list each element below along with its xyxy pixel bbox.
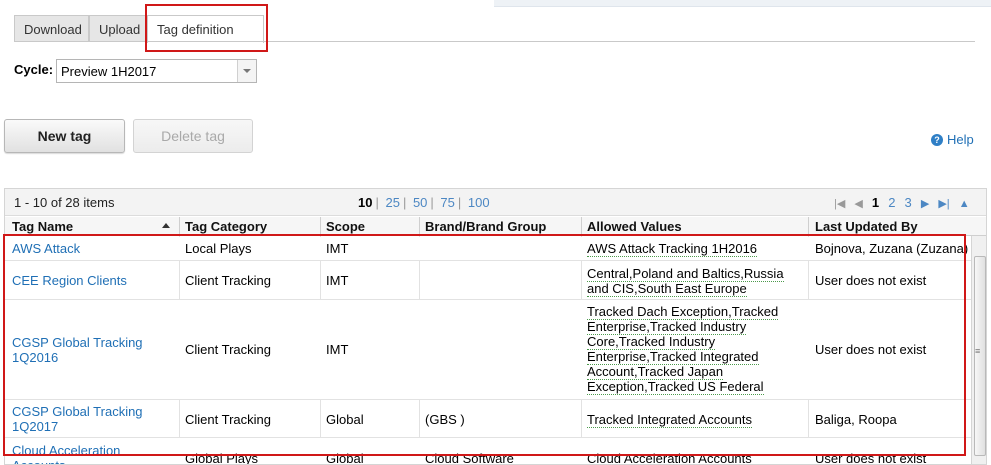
grid-pager: 1 - 10 of 28 items 10 | 25 | 50 | 75 | 100 |… [5, 189, 986, 216]
top-banner-strip [494, 0, 991, 7]
last-updated-by: User does not exist [815, 451, 927, 465]
table-row[interactable]: CGSP Global Tracking 1Q2017 Client Track… [5, 400, 971, 438]
table-row[interactable]: Cloud Acceleration Accounts Global Plays… [5, 438, 971, 465]
next-page-icon[interactable]: ▶ [921, 198, 929, 210]
allowed-values: Tracked Integrated Accounts [587, 412, 753, 428]
page-2[interactable]: 2 [888, 195, 895, 210]
tag-grid: 1 - 10 of 28 items 10 | 25 | 50 | 75 | 100 |… [4, 188, 987, 465]
scope: IMT [326, 273, 349, 288]
tag-category: Client Tracking [185, 273, 271, 288]
tag-name-link[interactable]: CGSP Global Tracking 1Q2017 [12, 404, 172, 434]
tab-divider [14, 41, 975, 42]
allowed-values: Tracked Dach Exception,Tracked Enterpris… [587, 304, 779, 395]
help-label: Help [947, 132, 974, 147]
scope: IMT [326, 241, 349, 256]
page-size-10[interactable]: 10 [358, 195, 372, 210]
allowed-values: AWS Attack Tracking 1H2016 [587, 241, 758, 257]
cycle-select[interactable]: Preview 1H2017 [56, 59, 257, 83]
table-row[interactable]: AWS Attack Local Plays IMT AWS Attack Tr… [5, 237, 971, 261]
scope: Global [326, 412, 364, 427]
last-updated-by: User does not exist [815, 342, 927, 357]
page-size-75[interactable]: 75 [440, 195, 454, 210]
last-page-icon[interactable]: ▶| [938, 198, 949, 210]
first-page-icon[interactable]: |◀ [834, 198, 845, 210]
allowed-values: Cloud Acceleration Accounts [587, 451, 752, 465]
tag-name-link[interactable]: Cloud Acceleration Accounts [12, 443, 172, 464]
grid-header: Tag Name Tag Category Scope Brand/Brand … [5, 217, 986, 236]
last-updated-by: Bojnova, Zuzana (Zuzana) [815, 241, 969, 256]
scope: Global [326, 451, 364, 465]
help-icon: ? [931, 134, 943, 146]
page-3[interactable]: 3 [905, 195, 912, 210]
tag-name-link[interactable]: AWS Attack [12, 241, 172, 256]
last-updated-by: User does not exist [815, 273, 927, 288]
brand: (GBS ) [425, 412, 465, 427]
tag-name-link[interactable]: CGSP Global Tracking 1Q2016 [12, 335, 172, 365]
cycle-value: Preview 1H2017 [61, 64, 157, 79]
tag-category: Client Tracking [185, 412, 271, 427]
col-tag-category[interactable]: Tag Category [185, 219, 267, 234]
tab-download[interactable]: Download [14, 15, 89, 42]
scroll-top-icon[interactable]: ▲ [959, 198, 970, 210]
items-summary: 1 - 10 of 28 items [14, 195, 115, 210]
tag-name-link[interactable]: CEE Region Clients [12, 273, 172, 288]
tag-category: Global Plays [185, 451, 258, 465]
help-link[interactable]: ? Help [931, 132, 974, 147]
page-1[interactable]: 1 [872, 195, 879, 210]
table-row[interactable]: CEE Region Clients Client Tracking IMT C… [5, 261, 971, 300]
tag-category: Client Tracking [185, 342, 271, 357]
last-updated-by: Baliga, Roopa [815, 412, 897, 427]
page-size-25[interactable]: 25 [385, 195, 399, 210]
sort-ascending-icon[interactable] [162, 223, 170, 228]
tag-category: Local Plays [185, 241, 252, 256]
scrollbar-thumb[interactable] [974, 256, 986, 456]
page-navigation: |◀ ◀ 1 2 3 ▶ ▶| ▲ [831, 195, 973, 210]
brand: Cloud Software [425, 451, 514, 465]
grid-scrollbar[interactable]: ≡ [971, 236, 986, 464]
col-tag-name[interactable]: Tag Name [12, 219, 73, 234]
page-size-50[interactable]: 50 [413, 195, 427, 210]
table-row[interactable]: CGSP Global Tracking 1Q2016 Client Track… [5, 300, 971, 400]
tab-upload[interactable]: Upload [89, 15, 147, 42]
scope: IMT [326, 342, 349, 357]
delete-tag-button[interactable]: Delete tag [133, 119, 253, 153]
grip-icon: ≡ [975, 346, 981, 356]
prev-page-icon[interactable]: ◀ [854, 198, 862, 210]
col-last-updated-by[interactable]: Last Updated By [815, 219, 918, 234]
chevron-down-icon[interactable] [237, 60, 256, 82]
cycle-label: Cycle: [14, 62, 54, 77]
col-scope[interactable]: Scope [326, 219, 365, 234]
page-size-options: 10 | 25 | 50 | 75 | 100 [358, 195, 490, 210]
new-tag-button[interactable]: New tag [4, 119, 125, 153]
col-allowed-values[interactable]: Allowed Values [587, 219, 682, 234]
allowed-values: Central,Poland and Baltics,Russia and CI… [587, 266, 784, 297]
tab-tag-definition[interactable]: Tag definition [147, 15, 264, 43]
page-size-100[interactable]: 100 [468, 195, 490, 210]
col-brand[interactable]: Brand/Brand Group [425, 219, 546, 234]
